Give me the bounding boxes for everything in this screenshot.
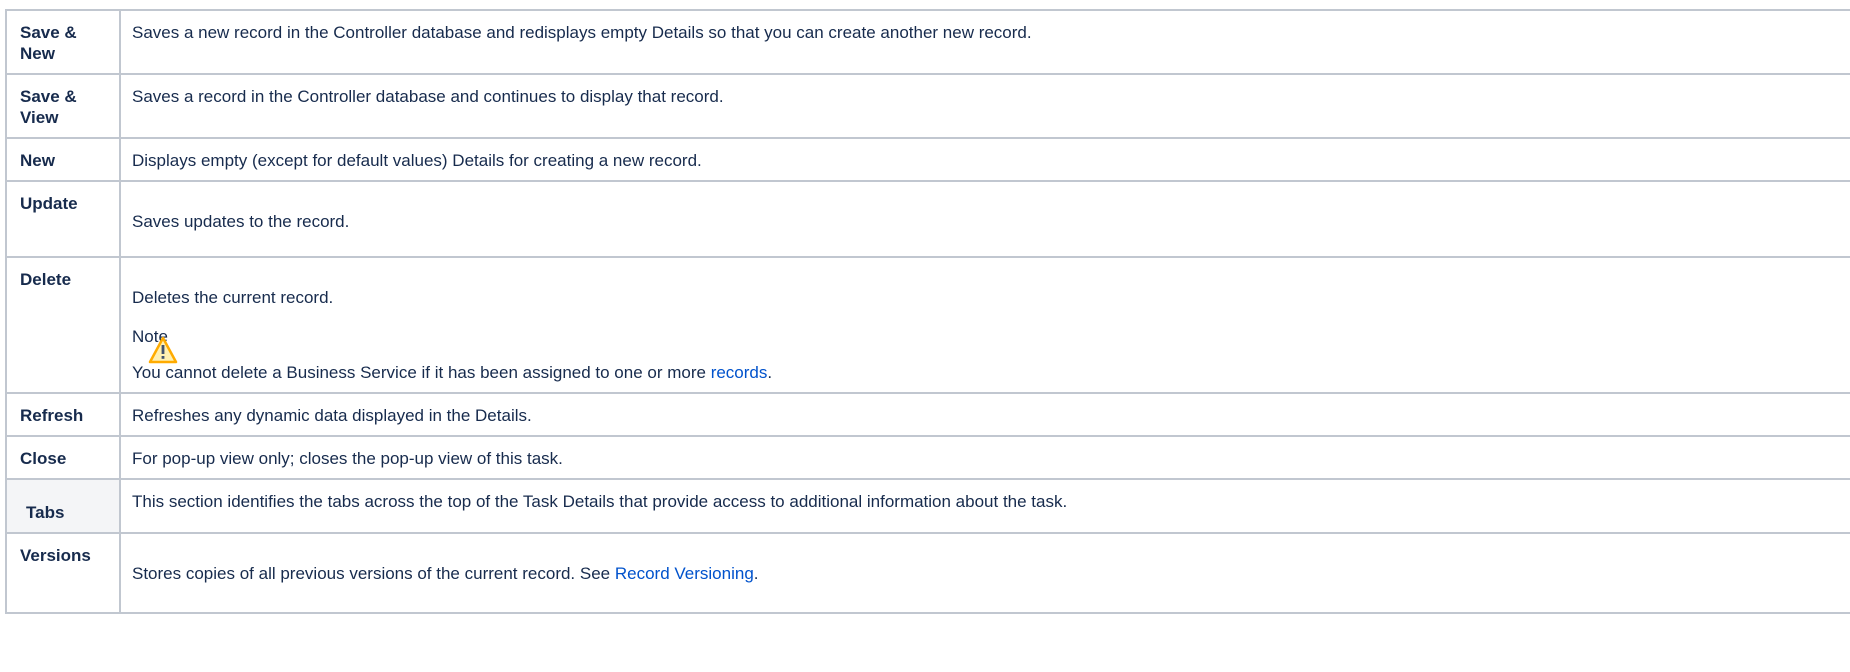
table-row-tabs: Tabs This section identifies the tabs ac… xyxy=(5,478,1850,534)
note-panel: Note You cannot delete a Business Servic… xyxy=(132,326,1840,383)
row-description: Saves a new record in the Controller dat… xyxy=(119,9,1850,75)
row-description: For pop-up view only; closes the pop-up … xyxy=(119,435,1850,480)
row-description: This section identifies the tabs across … xyxy=(119,478,1850,534)
row-label: New xyxy=(5,137,121,182)
row-description: Saves updates to the record. xyxy=(119,180,1850,258)
row-description: Stores copies of all previous versions o… xyxy=(119,532,1850,614)
row-label: Delete xyxy=(5,256,121,394)
table-row-versions: Versions Stores copies of all previous v… xyxy=(5,532,1850,614)
table-row-save-view: Save & View Saves a record in the Contro… xyxy=(5,73,1850,139)
table-row-close: Close For pop-up view only; closes the p… xyxy=(5,435,1850,480)
row-description: Refreshes any dynamic data displayed in … xyxy=(119,392,1850,437)
records-link[interactable]: records xyxy=(711,363,768,382)
details-buttons-table: Save & New Saves a new record in the Con… xyxy=(5,9,1850,614)
row-label: Versions xyxy=(5,532,121,614)
row-label: Close xyxy=(5,435,121,480)
note-body: You cannot delete a Business Service if … xyxy=(132,363,773,382)
row-label: Refresh xyxy=(5,392,121,437)
update-description-text: Saves updates to the record. xyxy=(132,212,350,231)
table-row-refresh: Refresh Refreshes any dynamic data displ… xyxy=(5,392,1850,437)
note-title: Note xyxy=(132,327,168,346)
table-row-new: New Displays empty (except for default v… xyxy=(5,137,1850,182)
table-row-update: Update Saves updates to the record. xyxy=(5,180,1850,258)
row-description: Displays empty (except for default value… xyxy=(119,137,1850,182)
table-row-delete: Delete Deletes the current record. Note … xyxy=(5,256,1850,394)
row-label: Save & View xyxy=(5,73,121,139)
row-label: Update xyxy=(5,180,121,258)
versions-description-text: Stores copies of all previous versions o… xyxy=(132,564,759,583)
delete-description-text: Deletes the current record. xyxy=(132,288,334,307)
warning-icon xyxy=(148,336,178,364)
row-description: Saves a record in the Controller databas… xyxy=(119,73,1850,139)
row-label: Save & New xyxy=(5,9,121,75)
section-heading: Tabs xyxy=(5,478,121,534)
record-versioning-link[interactable]: Record Versioning xyxy=(615,564,754,583)
row-description: Deletes the current record. Note You can… xyxy=(119,256,1850,394)
table-row-save-new: Save & New Saves a new record in the Con… xyxy=(5,9,1850,75)
